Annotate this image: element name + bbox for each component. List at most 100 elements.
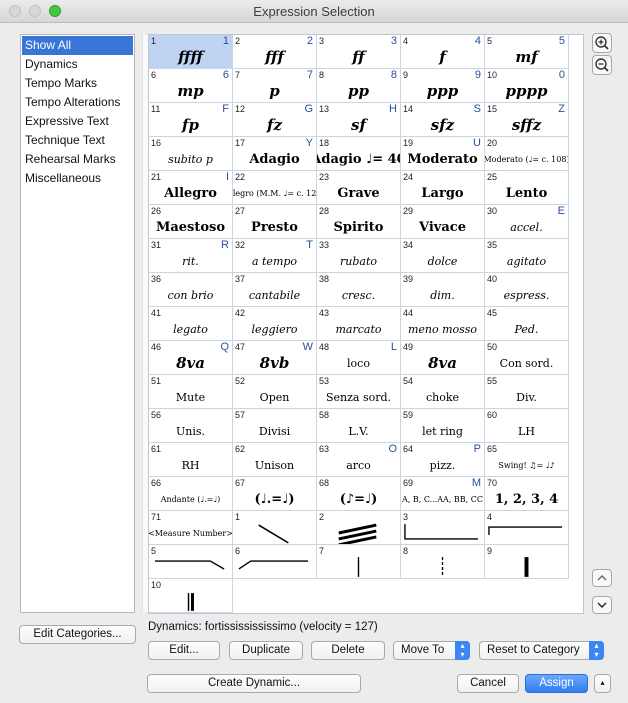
category-item[interactable]: Miscellaneous [21, 169, 134, 188]
expression-cell[interactable]: 8 [401, 545, 485, 579]
expression-cell[interactable]: 18 Adagio ♩= 40 [317, 137, 401, 171]
expression-cell[interactable]: 39 dim. [401, 273, 485, 307]
zoom-out-button[interactable] [592, 55, 612, 75]
expression-cell[interactable]: 2 [317, 511, 401, 545]
category-item[interactable]: Tempo Marks [21, 74, 134, 93]
expression-cell[interactable]: 57 Divisi [233, 409, 317, 443]
expression-cell[interactable]: 44f [401, 35, 485, 69]
expression-cell[interactable]: 46 Q 8va [149, 341, 233, 375]
reset-to-category-popup[interactable]: Reset to Category ▴ ▾ [479, 641, 604, 660]
expression-cell[interactable]: 40 espress. [485, 273, 569, 307]
expression-cell[interactable]: 33 rubato [317, 239, 401, 273]
move-to-popup[interactable]: Move To ▴ ▾ [393, 641, 470, 660]
expression-cell[interactable]: 64 Ppizz. [401, 443, 485, 477]
category-item[interactable]: Tempo Alterations [21, 93, 134, 112]
expression-cell[interactable]: 10 [149, 579, 233, 613]
expression-cell[interactable]: 41 legato [149, 307, 233, 341]
expression-cell[interactable]: 2 2 fff [233, 35, 317, 69]
expression-cell[interactable]: 53 Senza sord. [317, 375, 401, 409]
expression-cell[interactable]: 6 [233, 545, 317, 579]
category-list[interactable]: Show All Dynamics Tempo Marks Tempo Alterat… [20, 34, 155, 613]
expression-cell[interactable]: 65 Swing! ♫= ♩♪ [485, 443, 569, 477]
expression-cell[interactable]: 36 con brio [149, 273, 233, 307]
assign-options-button[interactable]: ▴ [594, 674, 611, 693]
expression-cell[interactable]: 60 LH [485, 409, 569, 443]
expression-cell[interactable]: 48 Lloco [317, 341, 401, 375]
expression-cell[interactable]: 45 Ped. [485, 307, 569, 341]
expression-cell[interactable]: 19 U Moderato [401, 137, 485, 171]
expression-cell[interactable]: 10 0 pppp [485, 69, 569, 103]
expression-cell[interactable]: 1 1 ffff [149, 35, 233, 69]
expression-grid[interactable]: 1 1 ffff 2 2 fff 3 3 ff 4 4 f 5 5 mf 6 6 mp 7 7 p 8 8 pp 9 9 ppp 10… [148, 34, 584, 614]
expression-cell[interactable]: 63 Oarco [317, 443, 401, 477]
category-item[interactable]: Technique Text [21, 131, 134, 150]
expression-cell[interactable]: 66 Andante (♩.=♩) [149, 477, 233, 511]
edit-button[interactable]: Edit... [148, 641, 220, 660]
expression-cell[interactable]: 11 Ffp [149, 103, 233, 137]
scroll-up-button[interactable] [592, 569, 612, 587]
expression-cell[interactable]: 9 9 ppp [401, 69, 485, 103]
expression-cell[interactable]: 27 Presto [233, 205, 317, 239]
expression-cell[interactable]: 54 choke [401, 375, 485, 409]
expression-cell[interactable]: 5 5 mf [485, 35, 569, 69]
expression-cell[interactable]: 71 <Measure Number> [149, 511, 233, 545]
expression-cell[interactable]: 51 Mute [149, 375, 233, 409]
scroll-down-button[interactable] [592, 596, 612, 614]
expression-cell[interactable]: 70 1, 2, 3, 4 [485, 477, 569, 511]
expression-cell[interactable]: 15 Zsffz [485, 103, 569, 137]
category-item[interactable]: Show All [22, 36, 133, 55]
duplicate-button[interactable]: Duplicate [229, 641, 303, 660]
expression-cell[interactable]: 50 Con sord. [485, 341, 569, 375]
category-item[interactable]: Dynamics [21, 55, 134, 74]
zoom-in-button[interactable] [592, 33, 612, 53]
expression-cell[interactable]: 7 [317, 545, 401, 579]
category-item[interactable]: Expressive Text [21, 112, 134, 131]
assign-button[interactable]: Assign [525, 674, 588, 693]
cancel-button[interactable]: Cancel [457, 674, 519, 693]
expression-cell[interactable]: 28 Spirito [317, 205, 401, 239]
expression-cell[interactable]: 62 Unison [233, 443, 317, 477]
expression-cell[interactable]: 25 Lento [485, 171, 569, 205]
category-item[interactable]: Rehearsal Marks [21, 150, 134, 169]
expression-cell[interactable]: 43 marcato [317, 307, 401, 341]
expression-cell[interactable]: 30 Eaccel. [485, 205, 569, 239]
expression-cell[interactable]: 68 (♪=♩) [317, 477, 401, 511]
expression-cell[interactable]: 32 Ta tempo [233, 239, 317, 273]
expression-cell[interactable]: 61 RH [149, 443, 233, 477]
expression-cell[interactable]: 31 Rrit. [149, 239, 233, 273]
expression-cell[interactable]: 1 [233, 511, 317, 545]
expression-cell[interactable]: 42 leggiero [233, 307, 317, 341]
expression-cell[interactable]: 5 [149, 545, 233, 579]
expression-cell[interactable]: 21 I Allegro [149, 171, 233, 205]
delete-button[interactable]: Delete [311, 641, 385, 660]
expression-cell[interactable]: 23 Grave [317, 171, 401, 205]
expression-cell[interactable]: 26 Maestoso [149, 205, 233, 239]
expression-cell[interactable]: 4 [485, 511, 569, 545]
expression-cell[interactable]: 59 let ring [401, 409, 485, 443]
expression-cell[interactable]: 47 W 8vb [233, 341, 317, 375]
expression-cell[interactable]: 8 8 pp [317, 69, 401, 103]
edit-categories-button[interactable]: Edit Categories... [19, 625, 136, 644]
expression-cell[interactable]: 6 6 mp [149, 69, 233, 103]
expression-cell[interactable]: 38 cresc. [317, 273, 401, 307]
expression-cell[interactable]: 3 3 ff [317, 35, 401, 69]
expression-cell[interactable]: 44 meno mosso [401, 307, 485, 341]
expression-cell[interactable]: 14 Ssfz [401, 103, 485, 137]
expression-cell[interactable]: 49 8va [401, 341, 485, 375]
expression-cell[interactable]: 16 subito p [149, 137, 233, 171]
expression-cell[interactable]: 34 dolce [401, 239, 485, 273]
expression-cell[interactable]: 17 Y Adagio [233, 137, 317, 171]
expression-cell[interactable]: 69 M A, B, C...AA, BB, CC [401, 477, 485, 511]
expression-cell[interactable]: 52 Open [233, 375, 317, 409]
expression-cell[interactable]: 37 cantabile [233, 273, 317, 307]
expression-cell[interactable]: 24 Largo [401, 171, 485, 205]
expression-cell[interactable]: 9 [485, 545, 569, 579]
expression-cell[interactable]: 55 Div. [485, 375, 569, 409]
expression-cell[interactable]: 22 Allegro (M.M. ♩= c. 120) [233, 171, 317, 205]
create-dynamic-button[interactable]: Create Dynamic... [147, 674, 361, 693]
expression-cell[interactable]: 3 [401, 511, 485, 545]
expression-cell[interactable]: 56 Unis. [149, 409, 233, 443]
expression-cell[interactable]: 12 Gfz [233, 103, 317, 137]
expression-cell[interactable]: 13 Hsf [317, 103, 401, 137]
expression-cell[interactable]: 29 Vivace [401, 205, 485, 239]
